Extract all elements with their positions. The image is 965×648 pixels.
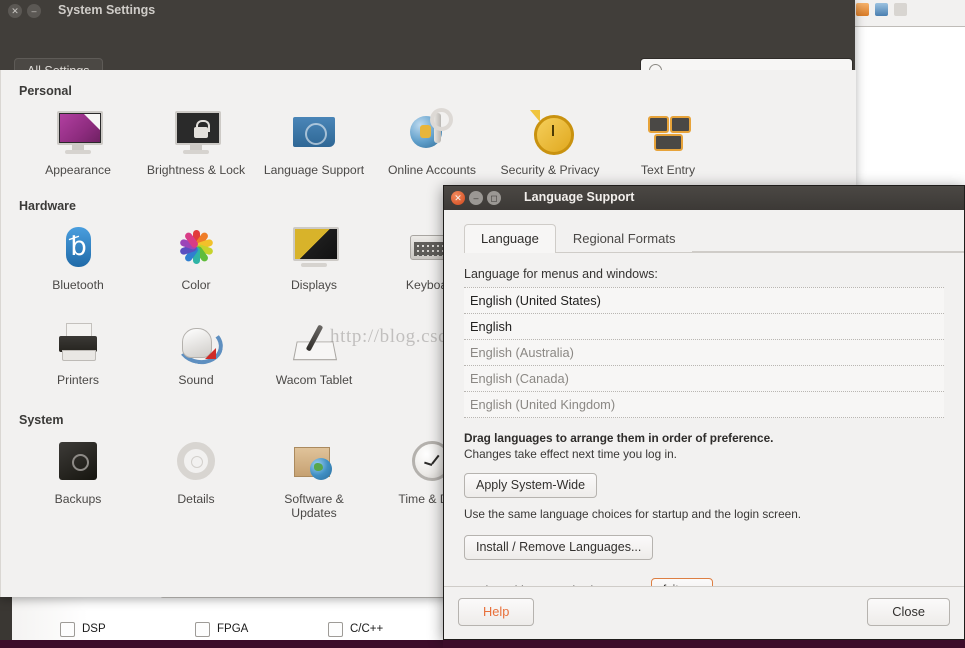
settings-item-label: Displays xyxy=(290,278,338,293)
blue-swatch-icon[interactable] xyxy=(875,3,888,16)
checkbox-dsp[interactable]: DSP xyxy=(60,621,195,637)
language-dialog-title: Language Support xyxy=(524,190,635,204)
screen: DSP FPGA C/C++ ✕ – System Settings All S… xyxy=(0,0,965,648)
settings-item-label: Software & Updates xyxy=(284,492,344,521)
language-dialog-window-controls: ✕ – ◻ xyxy=(451,191,501,205)
tab-filler xyxy=(692,223,964,252)
apply-note: Use the same language choices for startu… xyxy=(464,507,802,521)
appearance-icon xyxy=(54,108,103,156)
list-item[interactable]: English (United Kingdom) xyxy=(464,392,944,418)
settings-item-text-entry[interactable]: Text Entry xyxy=(609,104,727,177)
checkbox-box-icon[interactable] xyxy=(60,621,75,637)
settings-item-printers[interactable]: Printers xyxy=(19,314,137,387)
checkbox-label: DSP xyxy=(82,623,106,635)
list-item[interactable]: English xyxy=(464,314,944,340)
language-field-label: Language for menus and windows: xyxy=(464,267,658,281)
language-dialog-titlebar[interactable]: ✕ – ◻ Language Support xyxy=(444,186,964,210)
settings-item-details[interactable]: Details xyxy=(137,433,255,520)
language-list[interactable]: English (United States) English English … xyxy=(464,287,944,418)
settings-item-sound[interactable]: Sound xyxy=(137,314,255,387)
maximize-icon[interactable]: ◻ xyxy=(487,191,501,205)
orange-swatch-icon[interactable] xyxy=(856,3,869,16)
settings-item-label: Bluetooth xyxy=(52,278,104,293)
background-toolbar-icons xyxy=(856,3,907,16)
settings-item-label: Wacom Tablet xyxy=(275,373,353,388)
close-icon[interactable]: ✕ xyxy=(451,191,465,205)
checkbox-label: FPGA xyxy=(217,623,249,635)
icon-row-personal: Appearance Brightness & Lock Language Su… xyxy=(1,104,856,177)
backups-icon xyxy=(54,437,102,485)
system-settings-toolbar: All Settings xyxy=(0,22,855,85)
settings-item-label: Details xyxy=(177,492,215,507)
checkbox-cpp[interactable]: C/C++ xyxy=(328,621,384,637)
bluetooth-icon xyxy=(54,223,102,271)
close-button[interactable]: Close xyxy=(867,598,950,626)
settings-item-backups[interactable]: Backups xyxy=(19,433,137,520)
list-item[interactable]: English (United States) xyxy=(464,288,944,314)
checkbox-box-icon[interactable] xyxy=(328,621,343,637)
settings-item-brightness-lock[interactable]: Brightness & Lock xyxy=(137,104,255,177)
system-settings-titlebar[interactable]: ✕ – System Settings xyxy=(0,0,855,22)
drag-hint-bold: Drag languages to arrange them in order … xyxy=(464,431,774,445)
settings-item-label: Sound xyxy=(178,373,214,388)
settings-item-displays[interactable]: Displays xyxy=(255,219,373,292)
apply-system-wide-button[interactable]: Apply System-Wide xyxy=(464,473,598,498)
settings-item-online-accounts[interactable]: Online Accounts xyxy=(373,104,491,177)
system-settings-title: System Settings xyxy=(58,3,156,17)
language-dialog-content: Language Regional Formats Language for m… xyxy=(444,210,964,639)
wacom-tablet-icon xyxy=(290,318,338,366)
settings-item-label: Printers xyxy=(57,373,99,388)
install-remove-languages-button[interactable]: Install / Remove Languages... xyxy=(464,535,654,560)
group-title-personal: Personal xyxy=(19,84,72,98)
details-icon xyxy=(172,437,220,485)
settings-item-label: Security & Privacy xyxy=(500,163,600,177)
settings-item-security-privacy[interactable]: Security & Privacy xyxy=(491,104,609,177)
checkbox-box-icon[interactable] xyxy=(195,621,210,637)
system-settings-window-controls: ✕ – xyxy=(8,4,41,18)
close-icon[interactable]: ✕ xyxy=(8,4,22,18)
settings-item-bluetooth[interactable]: Bluetooth xyxy=(19,219,137,292)
drag-hint: Changes take effect next time you log in… xyxy=(464,447,677,461)
displays-icon xyxy=(290,223,339,271)
settings-item-wacom-tablet[interactable]: Wacom Tablet xyxy=(255,314,373,387)
settings-item-software-updates[interactable]: Software & Updates xyxy=(255,433,373,520)
language-tab-panel: Language for menus and windows: English … xyxy=(464,253,944,603)
settings-item-label: Online Accounts xyxy=(387,163,477,177)
checkbox-label: C/C++ xyxy=(350,623,384,635)
sound-icon xyxy=(172,318,226,368)
settings-item-language-support[interactable]: Language Support xyxy=(255,104,373,177)
language-dialog-footer: Help Close xyxy=(444,586,964,639)
text-entry-icon xyxy=(644,108,692,156)
minimize-icon[interactable]: – xyxy=(469,191,483,205)
background-status-bar-right xyxy=(443,640,965,648)
settings-item-label: Brightness & Lock xyxy=(146,163,246,177)
brightness-lock-icon xyxy=(172,108,221,156)
software-updates-icon xyxy=(290,437,338,485)
online-accounts-icon xyxy=(408,108,456,156)
grey-swatch-icon[interactable] xyxy=(894,3,907,16)
settings-item-appearance[interactable]: Appearance xyxy=(19,104,137,177)
list-item[interactable]: English (Australia) xyxy=(464,340,944,366)
settings-item-color[interactable]: Color xyxy=(137,219,255,292)
checkbox-fpga[interactable]: FPGA xyxy=(195,621,328,637)
settings-item-label: Language Support xyxy=(263,163,365,177)
settings-item-label: Color xyxy=(181,278,211,293)
list-item[interactable]: English (Canada) xyxy=(464,366,944,392)
tab-regional-formats[interactable]: Regional Formats xyxy=(556,224,693,253)
language-support-dialog: ✕ – ◻ Language Support Language Regional… xyxy=(443,185,965,640)
color-icon xyxy=(172,223,220,271)
settings-item-label: Appearance xyxy=(45,163,111,177)
settings-item-label: Text Entry xyxy=(640,163,696,177)
printers-icon xyxy=(54,318,102,366)
tab-language[interactable]: Language xyxy=(464,224,556,253)
language-dialog-tabs: Language Regional Formats xyxy=(464,223,964,253)
settings-item-label: Backups xyxy=(54,492,102,507)
minimize-icon[interactable]: – xyxy=(27,4,41,18)
language-support-icon xyxy=(290,108,338,156)
help-button[interactable]: Help xyxy=(458,598,535,626)
security-privacy-icon xyxy=(526,108,574,156)
